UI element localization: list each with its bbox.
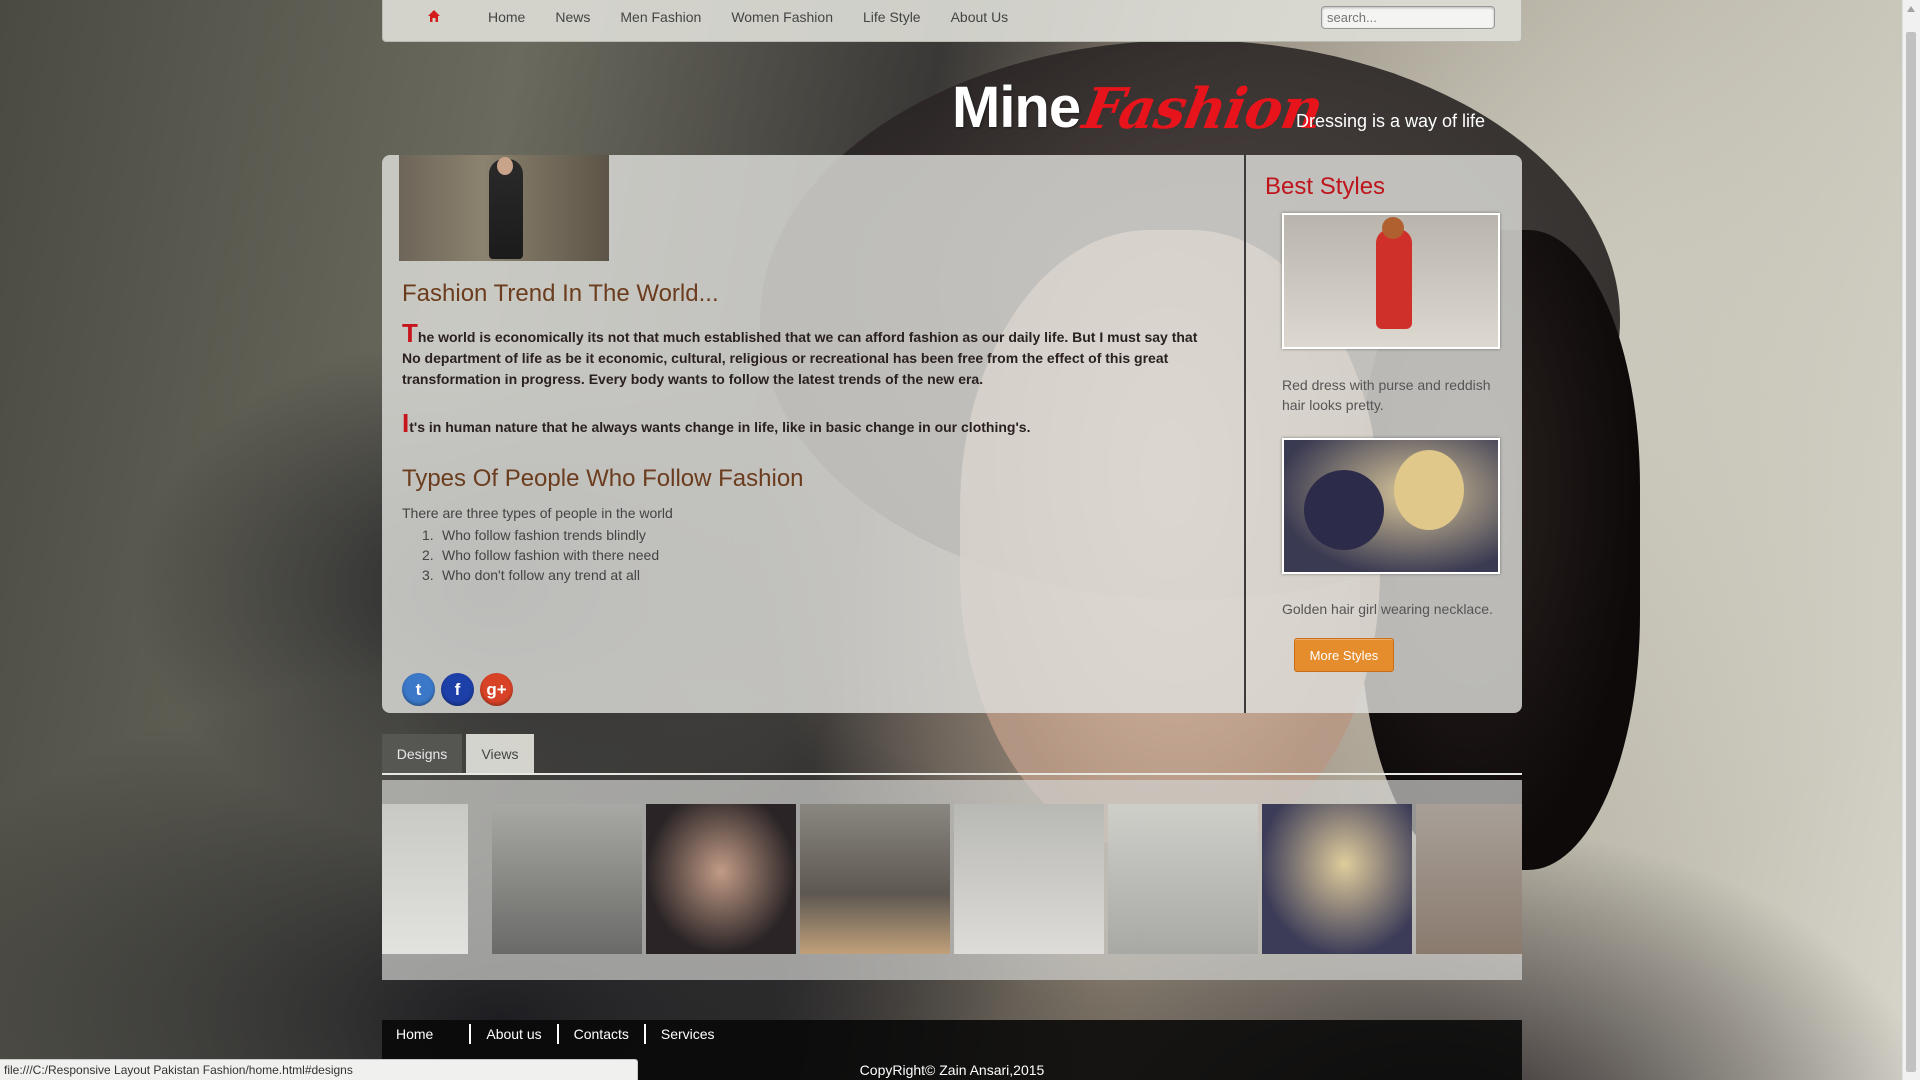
hair-shape: [1394, 450, 1464, 530]
gallery-thumbnail[interactable]: [1262, 804, 1412, 954]
sidebar-title: Best Styles: [1265, 173, 1386, 200]
sleeve-shape: [1304, 470, 1384, 550]
article-heading: Fashion Trend In The World...: [402, 280, 719, 307]
list-item: 2. Who follow fashion with there need: [422, 547, 660, 563]
paragraph-text: t's in human nature that he always wants…: [409, 419, 1031, 435]
list-item: 3. Who don't follow any trend at all: [422, 567, 641, 583]
top-navigation: Home News Men Fashion Women Fashion Life…: [382, 0, 1522, 42]
nav-link-men-fashion[interactable]: Men Fashion: [605, 9, 716, 25]
scrollbar-thumb[interactable]: [1906, 32, 1916, 1072]
home-icon[interactable]: [427, 9, 441, 23]
google-plus-icon[interactable]: g+: [480, 673, 513, 706]
list-item: 1. Who follow fashion trends blindly: [422, 527, 646, 543]
types-list: 1. Who follow fashion trends blindly 2. Wh…: [402, 525, 659, 585]
gallery-thumbnail[interactable]: [954, 804, 1104, 954]
nav-link-about-us[interactable]: About Us: [936, 9, 1024, 25]
gallery-thumbnail[interactable]: [382, 804, 468, 954]
nav-link-life-style[interactable]: Life Style: [848, 9, 936, 25]
types-intro: There are three types of people in the w…: [402, 505, 673, 521]
brand-tagline: Dressing is a way of life: [1296, 111, 1486, 131]
facebook-icon[interactable]: f: [441, 673, 474, 706]
head-shape: [1382, 217, 1404, 239]
page-scrollbar[interactable]: [1902, 0, 1920, 1080]
paragraph-text: he world is economically its not that mu…: [402, 329, 1198, 387]
gallery-thumbnail[interactable]: [492, 804, 642, 954]
tab-designs[interactable]: Designs: [382, 734, 462, 774]
scroll-up-arrow-icon[interactable]: [1907, 6, 1915, 12]
feature-image: [399, 155, 609, 261]
gallery-thumbnail[interactable]: [1416, 804, 1522, 954]
footer-link-about-us[interactable]: About us: [471, 1024, 559, 1044]
gallery-tabs: Designs Views: [382, 734, 1522, 775]
brand-fashion: Fashion: [1078, 76, 1328, 142]
style-caption-2: Golden hair girl wearing necklace.: [1282, 601, 1493, 617]
list-item-text: Who follow fashion trends blindly: [442, 527, 646, 543]
brand-mine: Mine: [952, 75, 1081, 140]
browser-status-bar: file:///C:/Responsive Layout Pakistan Fa…: [0, 1059, 638, 1080]
nav-link-women-fashion[interactable]: Women Fashion: [716, 9, 848, 25]
content-divider: [1244, 155, 1246, 713]
article-paragraph-2: It's in human nature that he always want…: [402, 410, 1212, 438]
footer-link-services[interactable]: Services: [646, 1024, 730, 1044]
list-item-text: Who follow fashion with there need: [442, 547, 660, 563]
main-content-panel: Fashion Trend In The World... The world …: [382, 155, 1522, 713]
style-caption-1: Red dress with purse and reddish hair lo…: [1282, 377, 1491, 413]
nav-link-home[interactable]: Home: [473, 9, 540, 25]
gallery-thumbnail[interactable]: [646, 804, 796, 954]
feature-image-head: [497, 157, 513, 175]
image-gallery: [382, 780, 1522, 980]
nav-links: Home News Men Fashion Women Fashion Life…: [473, 0, 1023, 34]
types-heading: Types Of People Who Follow Fashion: [402, 465, 804, 492]
article-paragraph-1: The world is economically its not that m…: [402, 320, 1212, 390]
twitter-icon[interactable]: t: [402, 673, 435, 706]
list-item-text: Who don't follow any trend at all: [442, 567, 641, 583]
search-input[interactable]: [1321, 6, 1495, 29]
footer-links: Home About us Contacts Services: [382, 1020, 730, 1048]
style-image-red-dress[interactable]: [1282, 213, 1500, 349]
nav-link-news[interactable]: News: [540, 9, 605, 25]
social-links: t f g+: [402, 673, 513, 706]
footer-link-home[interactable]: Home: [382, 1024, 472, 1044]
gallery-thumbnail[interactable]: [1108, 804, 1258, 954]
style-image-golden-hair[interactable]: [1282, 438, 1500, 574]
brand-logo: Mine Fashion Dressing is a way of life: [952, 74, 1512, 144]
tab-underline: [382, 773, 1522, 775]
more-styles-button[interactable]: More Styles: [1294, 638, 1394, 672]
tab-views[interactable]: Views: [466, 734, 534, 774]
footer-link-contacts[interactable]: Contacts: [559, 1024, 646, 1044]
gallery-thumbnail[interactable]: [800, 804, 950, 954]
dropcap: T: [402, 318, 418, 348]
dress-shape: [1376, 229, 1412, 329]
